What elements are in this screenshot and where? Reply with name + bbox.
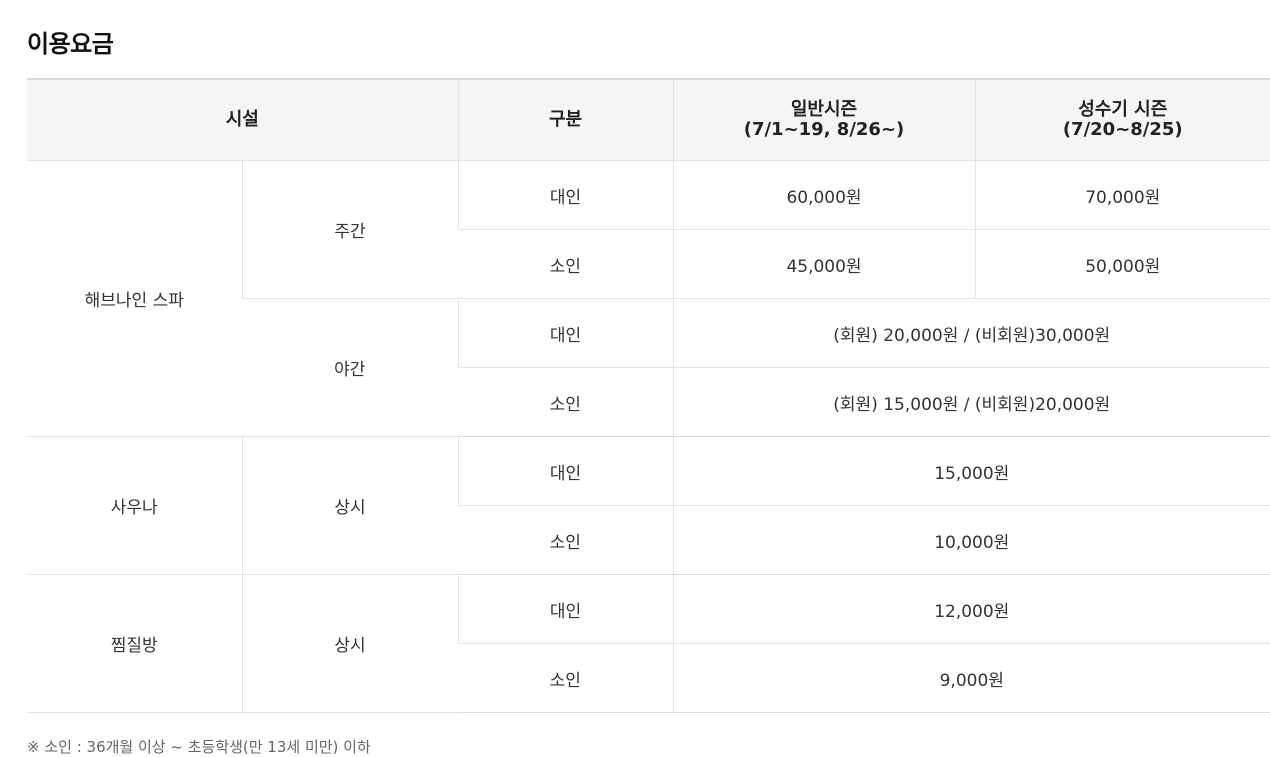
- price-combined: (회원) 15,000원 / (비회원)20,000원: [673, 368, 1270, 437]
- price-peak: 50,000원: [975, 230, 1270, 299]
- price-combined: (회원) 20,000원 / (비회원)30,000원: [673, 299, 1270, 368]
- price-regular: 45,000원: [673, 230, 975, 299]
- header-peak-season-label: 성수기 시즌: [976, 100, 1270, 120]
- time-spa-day: 주간: [242, 161, 458, 299]
- price-combined: 15,000원: [673, 437, 1270, 506]
- facility-sauna: 사우나: [27, 437, 242, 575]
- header-regular-season-period: (7/1~19, 8/26~): [674, 120, 975, 140]
- category-child: 소인: [458, 368, 673, 437]
- time-sauna: 상시: [242, 437, 458, 575]
- price-peak: 70,000원: [975, 161, 1270, 230]
- facility-spa: 해브나인 스파: [27, 161, 242, 437]
- header-peak-season: 성수기 시즌 (7/20~8/25): [975, 79, 1270, 161]
- category-adult: 대인: [458, 437, 673, 506]
- category-adult: 대인: [458, 575, 673, 644]
- table-row: 찜질방 상시 대인 12,000원: [27, 575, 1270, 644]
- header-peak-season-period: (7/20~8/25): [976, 120, 1270, 140]
- time-spa-night: 야간: [242, 299, 458, 437]
- price-regular: 60,000원: [673, 161, 975, 230]
- footnote: ※ 소인 : 36개월 이상 ~ 초등학생(만 13세 미만) 이하: [27, 736, 371, 757]
- table-row: 해브나인 스파 주간 대인 60,000원 70,000원: [27, 161, 1270, 230]
- header-regular-season: 일반시즌 (7/1~19, 8/26~): [673, 79, 975, 161]
- fee-table: 시설 구분 일반시즌 (7/1~19, 8/26~) 성수기 시즌 (7/20~…: [27, 78, 1270, 713]
- header-category: 구분: [458, 79, 673, 161]
- category-child: 소인: [458, 644, 673, 713]
- facility-jjimjilbang: 찜질방: [27, 575, 242, 713]
- table-row: 사우나 상시 대인 15,000원: [27, 437, 1270, 506]
- category-child: 소인: [458, 230, 673, 299]
- price-combined: 12,000원: [673, 575, 1270, 644]
- table-header-row: 시설 구분 일반시즌 (7/1~19, 8/26~) 성수기 시즌 (7/20~…: [27, 79, 1270, 161]
- category-adult: 대인: [458, 161, 673, 230]
- price-combined: 10,000원: [673, 506, 1270, 575]
- category-child: 소인: [458, 506, 673, 575]
- header-regular-season-label: 일반시즌: [674, 100, 975, 120]
- price-combined: 9,000원: [673, 644, 1270, 713]
- header-facility: 시설: [27, 79, 458, 161]
- category-adult: 대인: [458, 299, 673, 368]
- time-jjimjilbang: 상시: [242, 575, 458, 713]
- page-title: 이용요금: [27, 24, 113, 59]
